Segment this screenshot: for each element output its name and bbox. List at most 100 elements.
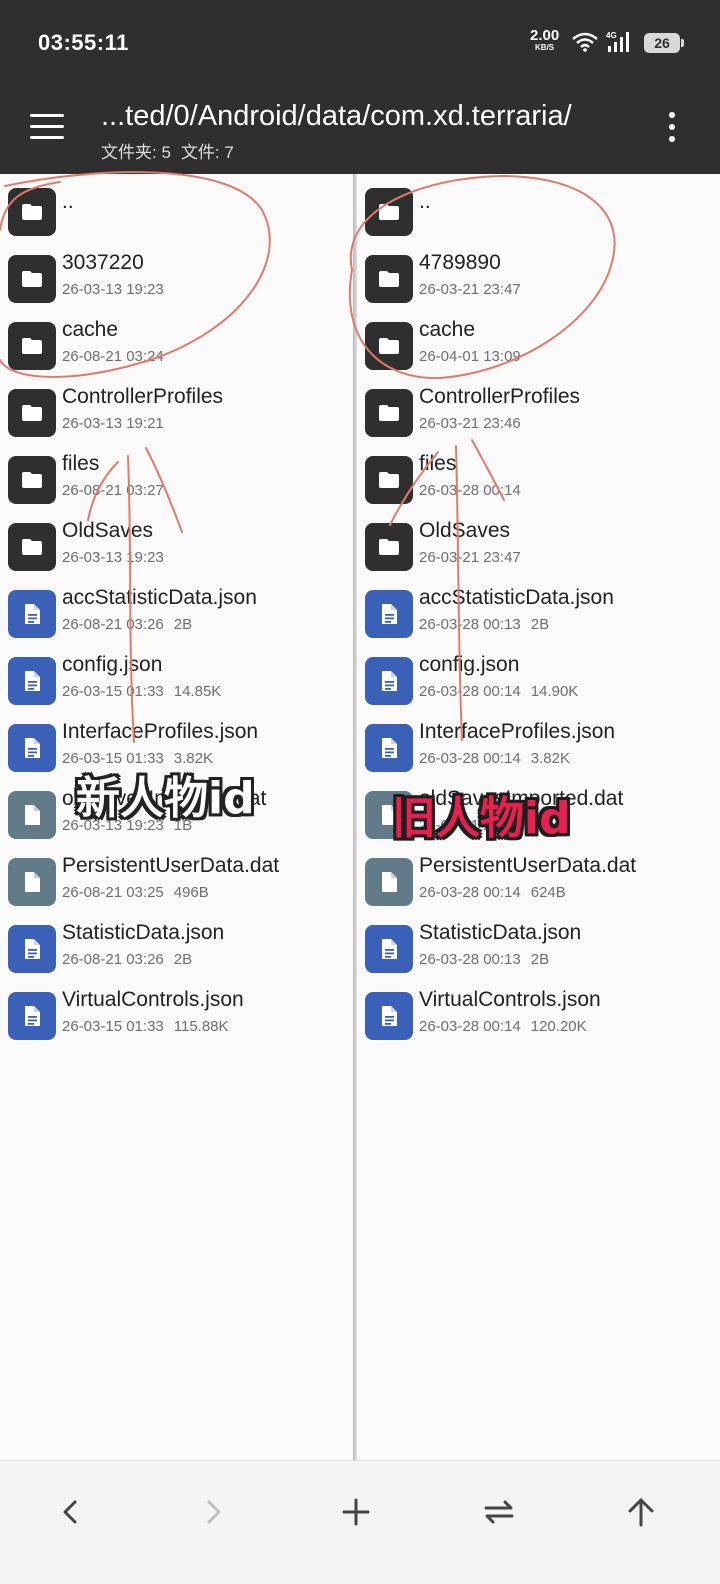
item-meta: 26-08-21 03:26 2B	[62, 616, 192, 633]
item-date: 26-03-13 19:23	[62, 281, 164, 298]
menu-icon[interactable]	[30, 114, 64, 140]
folder-row[interactable]: cache 26-04-01 13:09	[357, 314, 720, 378]
folder-row[interactable]: OldSaves 26-03-21 23:47	[357, 515, 720, 579]
add-icon[interactable]	[331, 1487, 381, 1537]
folder-row[interactable]: ..	[357, 180, 720, 244]
back-icon[interactable]	[46, 1487, 96, 1537]
item-size: 14.90K	[530, 683, 579, 700]
folder-row[interactable]: ControllerProfiles 26-03-21 23:46	[357, 381, 720, 445]
network-speed-unit: KB/S	[535, 43, 555, 52]
folder-icon	[8, 523, 56, 571]
folder-icon	[8, 322, 56, 370]
network-speed-value: 2.00	[530, 27, 560, 44]
folder-icon	[8, 188, 56, 236]
item-meta: 26-04-01 13:09	[419, 348, 521, 365]
item-size: 115.88K	[173, 1018, 229, 1035]
status-time: 03:55:11	[38, 30, 129, 55]
file-row[interactable]: accStatisticData.json 26-03-28 00:13 2B	[357, 582, 720, 646]
more-options-icon[interactable]	[667, 112, 677, 142]
status-bar: 03:55:11 2.00 KB/S 4G 26	[0, 0, 720, 84]
item-name: 3037220	[62, 251, 144, 274]
file-row[interactable]: InterfaceProfiles.json 26-03-28 00:14 3.82…	[357, 716, 720, 780]
item-name: InterfaceProfiles.json	[419, 720, 616, 743]
item-size: 120.20K	[530, 1018, 587, 1035]
item-meta: 26-08-21 03:25 496B	[62, 884, 209, 901]
item-date: 26-03-21 23:46	[419, 415, 521, 432]
folder-icon	[365, 523, 413, 571]
file-row[interactable]: PersistentUserData.dat 26-03-28 00:14 624B	[357, 850, 720, 914]
item-date: 26-03-28 00:13	[419, 951, 521, 968]
item-date: 26-08-21 03:26	[62, 951, 164, 968]
item-name: OldSaves	[62, 519, 154, 542]
folder-row[interactable]: 4789890 26-03-21 23:47	[357, 247, 720, 311]
folder-row[interactable]: cache 26-08-21 03:24	[0, 314, 355, 378]
item-date: 26-03-28 00:14	[419, 884, 521, 901]
folder-row[interactable]: files 26-08-21 03:27	[0, 448, 355, 512]
item-size: 496B	[173, 884, 209, 901]
document-icon	[365, 925, 413, 973]
forward-icon[interactable]	[188, 1487, 238, 1537]
item-meta: 26-08-21 03:26 2B	[62, 951, 192, 968]
old-character-id-label: 旧人物id	[392, 793, 571, 844]
file-row[interactable]: VirtualControls.json 26-03-28 00:14 120.20…	[357, 984, 720, 1048]
document-icon	[365, 657, 413, 705]
battery-icon: 26	[644, 33, 684, 53]
up-icon[interactable]	[616, 1487, 666, 1537]
item-date: 26-03-15 01:33	[62, 1018, 164, 1035]
folder-row[interactable]: 3037220 26-03-13 19:23	[0, 247, 355, 311]
item-meta: 26-03-28 00:14	[419, 482, 521, 499]
network-type-label: 4G	[606, 31, 617, 40]
item-meta: 26-03-21 23:46	[419, 415, 521, 432]
item-name: ControllerProfiles	[62, 385, 224, 408]
file-row[interactable]: config.json 26-03-15 01:33 14.85K	[0, 649, 355, 713]
item-meta: 26-03-21 23:47	[419, 549, 521, 566]
item-date: 26-03-28 00:14	[419, 482, 521, 499]
item-meta: 26-03-28 00:14 120.20K	[419, 1018, 587, 1035]
document-icon	[365, 992, 413, 1040]
item-name: config.json	[419, 653, 520, 676]
document-icon	[365, 724, 413, 772]
file-row[interactable]: accStatisticData.json 26-08-21 03:26 2B	[0, 582, 355, 646]
item-name: accStatisticData.json	[419, 586, 614, 609]
item-meta: 26-03-15 01:33 115.88K	[62, 1018, 229, 1035]
item-date: 26-04-01 13:09	[419, 348, 521, 365]
file-row[interactable]: VirtualControls.json 26-03-15 01:33 115.88…	[0, 984, 355, 1048]
item-size: 2B	[173, 951, 193, 968]
folder-icon	[8, 456, 56, 504]
item-date: 26-03-28 00:13	[419, 616, 521, 633]
item-meta: 26-08-21 03:27	[62, 482, 164, 499]
folder-row[interactable]: files 26-03-28 00:14	[357, 448, 720, 512]
document-icon	[365, 590, 413, 638]
item-name: ..	[419, 190, 431, 213]
item-name: config.json	[62, 653, 163, 676]
folder-icon	[8, 389, 56, 437]
file-row[interactable]: PersistentUserData.dat 26-08-21 03:25 496B	[0, 850, 355, 914]
document-icon	[8, 590, 56, 638]
item-date: 26-03-13 19:23	[62, 549, 164, 566]
item-meta: 26-03-13 19:21	[62, 415, 164, 432]
swap-icon[interactable]	[474, 1487, 524, 1537]
item-name: OldSaves	[419, 519, 511, 542]
item-name: ..	[62, 190, 74, 213]
folder-icon	[365, 322, 413, 370]
item-meta: 26-03-21 23:47	[419, 281, 521, 298]
folder-row[interactable]: OldSaves 26-03-13 19:23	[0, 515, 355, 579]
item-counts: 文件夹: 5 文件: 7	[101, 138, 244, 163]
document-icon	[8, 657, 56, 705]
item-meta: 26-03-28 00:14 624B	[419, 884, 566, 901]
file-count: 文件: 7	[180, 143, 234, 162]
file-row[interactable]: StatisticData.json 26-08-21 03:26 2B	[0, 917, 355, 981]
file-row[interactable]: StatisticData.json 26-03-28 00:13 2B	[357, 917, 720, 981]
wifi-icon	[572, 32, 598, 52]
folder-icon	[365, 255, 413, 303]
folder-row[interactable]: ControllerProfiles 26-03-13 19:21	[0, 381, 355, 445]
folder-row[interactable]: ..	[0, 180, 355, 244]
item-date: 26-03-21 23:47	[419, 281, 521, 298]
item-date: 26-03-15 01:33	[62, 683, 164, 700]
file-row[interactable]: config.json 26-03-28 00:14 14.90K	[357, 649, 720, 713]
item-meta: 26-03-13 19:23	[62, 549, 164, 566]
item-date: 26-03-28 00:14	[419, 750, 521, 767]
item-date: 26-03-21 23:47	[419, 549, 521, 566]
item-meta: 26-03-13 19:23	[62, 281, 164, 298]
item-size: 2B	[530, 951, 550, 968]
